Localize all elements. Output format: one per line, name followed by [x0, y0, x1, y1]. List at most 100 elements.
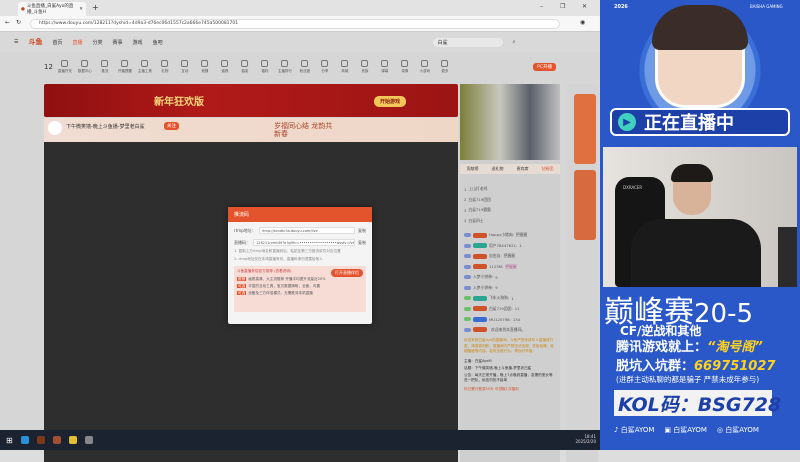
follow-button[interactable]: 关注: [164, 122, 179, 130]
edge-icon[interactable]: [20, 436, 29, 444]
profile-icon[interactable]: ◉: [580, 19, 585, 26]
tool-icon: [181, 60, 189, 67]
douyu-favicon-icon: ●: [21, 6, 25, 12]
app-icon[interactable]: [52, 436, 61, 444]
browser-tab[interactable]: ● 斗鱼直播_白鲨Ayo的直播_斗鱼H ✕: [18, 2, 86, 16]
streamer-avatar[interactable]: [48, 121, 62, 135]
rank-item[interactable]: 4 白鲨四土: [460, 216, 560, 227]
tool-item[interactable]: 抽奖: [237, 60, 253, 74]
tool-item[interactable]: 直播开关: [57, 60, 73, 74]
system-clock[interactable]: 18:41 2025/2/20: [575, 434, 596, 444]
chat-message: 白鲨719团团: 11: [460, 304, 560, 315]
tool-item[interactable]: 贵族: [357, 60, 373, 74]
tool-item[interactable]: 道具: [217, 60, 233, 74]
tool-item[interactable]: 商城: [337, 60, 353, 74]
douyu-page: ☰ 斗鱼 首页 直播 分类 赛事 游戏 鱼吧 白鲨 ⌕ 12 直播开关 数据中心…: [0, 32, 600, 462]
chat-message: 自由自: 把握握: [460, 251, 560, 262]
stream-key-dialog: 推流码 rtmp地址： rtmp://sendtc3a.douyu.com/liv…: [228, 207, 372, 324]
rank-item[interactable]: 2 白鲨719团团: [460, 195, 560, 206]
tool-icon: [421, 60, 429, 67]
close-window-button[interactable]: ✕: [582, 3, 587, 10]
tab-gifts[interactable]: 送礼物: [492, 166, 504, 172]
nav-yuba[interactable]: 鱼吧: [153, 39, 163, 46]
open-companion-button[interactable]: 打开直播伴侣: [331, 269, 363, 277]
pc-live-button[interactable]: PC开播: [533, 63, 556, 71]
nav-home[interactable]: 首页: [52, 39, 62, 46]
banner-play-button[interactable]: 开始游戏: [374, 96, 407, 107]
app-icon[interactable]: [36, 436, 45, 444]
tool-item[interactable]: 主播工具: [137, 60, 153, 74]
promo-link[interactable]: (查看说明): [274, 269, 291, 273]
tool-item[interactable]: 互动: [177, 60, 193, 74]
tool-icon: [201, 60, 209, 67]
refresh-icon[interactable]: ↻: [16, 19, 21, 26]
task-count: 12: [44, 63, 53, 71]
tool-item[interactable]: 小游戏: [417, 60, 433, 74]
tool-icon: [241, 60, 249, 67]
tab-fans[interactable]: 钻粉团: [542, 166, 554, 172]
tool-item[interactable]: 礼物: [157, 60, 173, 74]
menu-icon[interactable]: ☰: [14, 39, 18, 45]
back-icon[interactable]: ←: [5, 19, 10, 26]
rtmp-address-field[interactable]: rtmp://sendtc3a.douyu.com/live: [258, 227, 355, 234]
nav-live[interactable]: 直播: [73, 39, 83, 46]
tool-icon: [441, 60, 449, 67]
tool-item[interactable]: 福利: [257, 60, 273, 74]
side-promo-ad[interactable]: [574, 94, 596, 164]
login-reward[interactable]: 你已累计登录50天 可领取1次福利: [460, 384, 560, 395]
rtmp-row: rtmp地址： rtmp://sendtc3a.douyu.com/live 复制: [234, 227, 366, 234]
obs-icon[interactable]: [84, 436, 93, 444]
tool-item[interactable]: 数据中心: [77, 60, 93, 74]
close-tab-icon[interactable]: ✕: [79, 7, 83, 12]
tool-item[interactable]: 录像: [397, 60, 413, 74]
nav-games[interactable]: 游戏: [133, 39, 143, 46]
app-icon[interactable]: [68, 436, 77, 444]
nav-events[interactable]: 赛事: [113, 39, 123, 46]
stream-code-field[interactable]: 128211rvmh8f7a3g9fu=••••••••••••••••••ws…: [253, 239, 355, 246]
chat-message: 入梦小饼神: 9: [460, 272, 560, 283]
douyu-logo[interactable]: 斗鱼: [28, 37, 42, 47]
tool-item[interactable]: 竞猜: [197, 60, 213, 74]
live-badge: ▶ 正在直播中: [610, 108, 790, 136]
search-input[interactable]: 白鲨: [432, 37, 503, 47]
new-tab-button[interactable]: +: [92, 3, 99, 12]
team-name: BAISHA GAMING: [750, 4, 783, 9]
nav-category[interactable]: 分类: [93, 39, 103, 46]
maximize-button[interactable]: ❐: [560, 3, 565, 10]
side-promotions: [566, 84, 598, 462]
webcam-feed: DXRACER: [603, 147, 797, 287]
search-icon[interactable]: ⌕: [513, 39, 516, 45]
system-message: 欢迎来到白鲨Ayo的直播间。斗鱼严禁未成年人直播或打赏，请谨慎判断。直播间内严禁…: [464, 338, 554, 353]
tab-vip[interactable]: 贵宾席: [517, 166, 529, 172]
rank-item[interactable]: 3 白鲨719霸霸: [460, 205, 560, 216]
copy-code-button[interactable]: 复制: [358, 240, 366, 246]
side-ad[interactable]: [460, 84, 560, 160]
tool-item[interactable]: 主播排行: [277, 60, 293, 74]
new-year-banner-ad[interactable]: 新年狂欢版 开始游戏: [44, 84, 458, 117]
anchor-info: 主播：白鲨AyoM: [464, 358, 492, 363]
copy-rtmp-button[interactable]: 复制: [358, 228, 366, 234]
tool-item[interactable]: 开播提醒: [117, 60, 133, 74]
browser-tab-bar: ● 斗鱼直播_白鲨Ayo的直播_斗鱼H ✕ + – ❐ ✕: [0, 0, 600, 16]
tool-item[interactable]: 更多: [437, 60, 453, 74]
tool-icon: [261, 60, 269, 67]
douyin-handle: ♪ 白鲨AYOM: [614, 426, 655, 434]
tool-icon: [141, 60, 149, 67]
chat-message: 飞车火狗狗: 1: [460, 293, 560, 304]
chat-message: 用户78447621: 1: [460, 241, 560, 252]
tool-icon: [281, 60, 289, 67]
dialog-note: 1. 复制上方rtmp地址和直播码后，粘贴至第三方推流软件对应位置: [234, 249, 341, 253]
rank-item[interactable]: 1 上山打老鸡: [460, 184, 560, 195]
tool-item[interactable]: 弹幕: [377, 60, 393, 74]
tool-item[interactable]: 粉丝团: [297, 60, 313, 74]
start-icon[interactable]: ⊞: [6, 436, 13, 445]
url-input[interactable]: https://www.douyu.com/128211?dyshid=4d9a…: [30, 19, 560, 29]
tool-item[interactable]: 分享: [317, 60, 333, 74]
side-promo-ad[interactable]: [574, 170, 596, 240]
tool-item[interactable]: 推流: [97, 60, 113, 74]
tab-contribution[interactable]: 贡献榜: [467, 166, 479, 172]
minimize-button[interactable]: –: [540, 3, 543, 10]
dialog-title: 推流码: [228, 207, 372, 222]
festival-slogan: 岁福同心结 龙韵共新春: [274, 122, 333, 138]
tool-icon: [221, 60, 229, 67]
